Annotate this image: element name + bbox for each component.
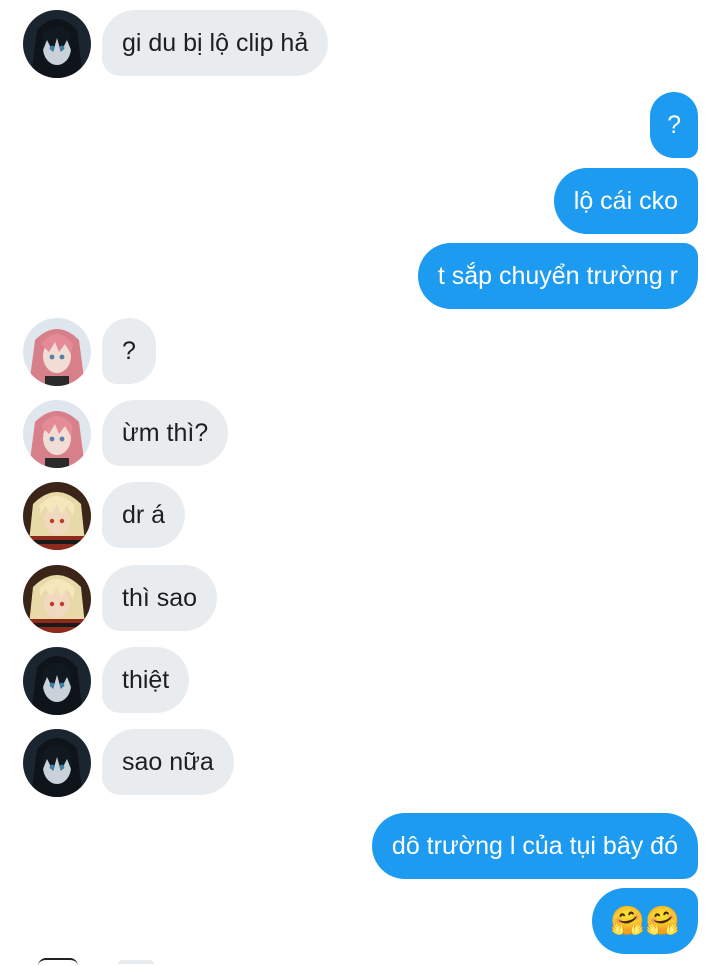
dark-haired-avatar-icon bbox=[23, 729, 91, 797]
chat-thread: gi du bị lộ clip hả ? lộ cái cko t sắp c… bbox=[0, 0, 720, 964]
message-bubble-partial bbox=[118, 960, 154, 964]
message-bubble-incoming[interactable]: ừm thì? bbox=[102, 400, 229, 466]
message-text: ? bbox=[122, 336, 136, 365]
message-text: dr á bbox=[122, 500, 166, 529]
avatar-blonde[interactable] bbox=[23, 565, 91, 633]
avatar-partial bbox=[38, 958, 78, 966]
message-bubble-incoming[interactable]: dr á bbox=[102, 482, 186, 548]
message-text: gi du bị lộ clip hả bbox=[122, 28, 309, 57]
message-text: thì sao bbox=[122, 583, 198, 612]
pink-haired-avatar-icon bbox=[23, 400, 91, 468]
avatar-dark[interactable] bbox=[23, 729, 91, 797]
message-bubble-outgoing[interactable]: dô trường l của tụi bây đó bbox=[371, 813, 698, 879]
message-text: lộ cái cko bbox=[573, 186, 678, 215]
message-text: ừm thì? bbox=[122, 418, 209, 447]
blonde-haired-avatar-icon bbox=[23, 565, 91, 633]
message-bubble-incoming[interactable]: gi du bị lộ clip hả bbox=[102, 10, 329, 76]
message-bubble-outgoing[interactable]: 🤗🤗 bbox=[592, 888, 698, 954]
avatar-pink[interactable] bbox=[23, 400, 91, 468]
pink-haired-avatar-icon bbox=[23, 318, 91, 386]
message-bubble-outgoing[interactable]: t sắp chuyển trường r bbox=[417, 243, 698, 309]
message-bubble-outgoing[interactable]: ? bbox=[650, 92, 698, 158]
message-bubble-outgoing[interactable]: lộ cái cko bbox=[553, 168, 698, 234]
dark-haired-avatar-icon bbox=[23, 10, 91, 78]
message-text: ? bbox=[667, 110, 681, 139]
message-text: t sắp chuyển trường r bbox=[437, 261, 678, 290]
message-bubble-incoming[interactable]: thì sao bbox=[102, 565, 218, 631]
message-bubble-incoming[interactable]: sao nữa bbox=[102, 729, 234, 795]
message-bubble-incoming[interactable]: thiệt bbox=[102, 647, 190, 713]
hugging-face-emoji-icon: 🤗🤗 bbox=[610, 904, 680, 937]
avatar-dark[interactable] bbox=[23, 647, 91, 715]
message-text: sao nữa bbox=[122, 747, 214, 776]
dark-haired-avatar-icon bbox=[23, 647, 91, 715]
avatar-blonde[interactable] bbox=[23, 482, 91, 550]
blonde-haired-avatar-icon bbox=[23, 482, 91, 550]
message-text: thiệt bbox=[122, 665, 170, 694]
avatar-dark[interactable] bbox=[23, 10, 91, 78]
message-text: dô trường l của tụi bây đó bbox=[391, 831, 678, 860]
message-bubble-incoming[interactable]: ? bbox=[102, 318, 156, 384]
avatar-pink[interactable] bbox=[23, 318, 91, 386]
